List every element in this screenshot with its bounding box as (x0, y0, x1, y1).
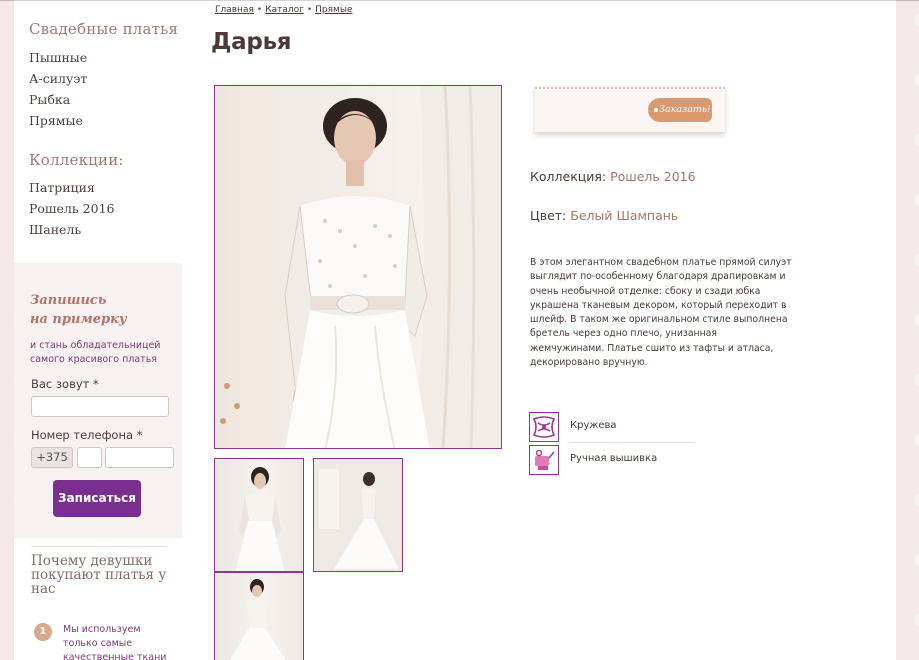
signup-title-line1: Запишись (30, 293, 107, 308)
dresses-heading: Свадебные платья (29, 20, 179, 38)
thumbnail-2[interactable] (313, 458, 403, 572)
sidebar-link-pyshnye[interactable]: Пышные (29, 50, 87, 65)
sidebar-link-roshel-2016[interactable]: Рошель 2016 (29, 201, 115, 216)
color-value: Белый Шампань (570, 208, 679, 223)
embroidery-icon (529, 445, 559, 475)
phone-label: Номер телефона * (31, 428, 143, 442)
signup-form: Запишись на примерку и стань обладательн… (14, 263, 182, 538)
dress-photo-illustration (215, 86, 501, 448)
sidebar: Свадебные платья Пышные А-силуэт Рыбка П… (14, 1, 182, 660)
name-input[interactable] (31, 396, 169, 417)
sidebar-link-shanel[interactable]: Шанель (29, 222, 81, 237)
lace-icon-graphic (532, 416, 556, 438)
order-button[interactable]: Заказать! (648, 98, 712, 122)
collections-heading: Коллекции: (29, 151, 124, 169)
signup-title-line2: на примерку (30, 312, 127, 327)
thumbnail-1-illustration (235, 467, 285, 571)
embroidery-icon-graphic (535, 449, 555, 470)
page-title: Дарья (211, 29, 292, 55)
reason-number-badge: 1 (34, 623, 52, 641)
tag-hole-icon (654, 108, 658, 112)
color-label: Цвет: (530, 208, 567, 223)
order-button-label: Заказать! (659, 104, 711, 115)
thumbnail-2-illustration (314, 459, 402, 571)
breadcrumb-pryamye[interactable]: Прямые (315, 5, 352, 15)
page-content: Свадебные платья Пышные А-силуэт Рыбка П… (14, 0, 896, 660)
sidebar-link-rybka[interactable]: Рыбка (29, 92, 70, 107)
feature-label-embroidery: Ручная вышивка (570, 453, 658, 464)
lace-icon (529, 412, 559, 442)
thumbnail-3[interactable] (214, 572, 304, 660)
thumbnail-1[interactable] (214, 458, 304, 572)
phone-number-input[interactable] (105, 447, 174, 468)
collection-link[interactable]: Рошель 2016 (610, 169, 695, 184)
collection-info: Коллекция: Рошель 2016 (530, 169, 696, 184)
thumbnail-3-illustration (230, 579, 286, 660)
phone-code-input[interactable] (77, 447, 102, 468)
sidebar-link-a-siluet[interactable]: А-силуэт (29, 71, 87, 86)
signup-subtitle: и стань обладательницей самого красивого… (30, 340, 161, 365)
sidebar-link-pryamye[interactable]: Прямые (29, 113, 83, 128)
name-label: Вас зовут * (31, 377, 99, 391)
signup-title: Запишись на примерку (30, 291, 170, 329)
divider (31, 546, 166, 547)
breadcrumb: Главная • Каталог • Прямые (215, 5, 353, 15)
reason-text: Мы используем только самые качественные … (63, 624, 167, 660)
signup-submit-button[interactable]: Записаться (53, 480, 141, 517)
sidebar-link-patriciya[interactable]: Патриция (29, 180, 95, 195)
feature-label-lace: Кружева (570, 420, 617, 431)
breadcrumb-home[interactable]: Главная (215, 5, 254, 15)
phone-prefix: +375 (31, 447, 73, 468)
product-description: В этом элегантном свадебном платье прямо… (530, 257, 792, 369)
breadcrumb-catalog[interactable]: Каталог (265, 5, 304, 15)
stitch-border (535, 87, 725, 89)
why-us-heading: Почему девушки покупают платья у нас (31, 553, 167, 597)
feature-divider (570, 442, 694, 443)
color-info: Цвет: Белый Шампань (530, 208, 678, 223)
order-card: Заказать! (535, 85, 725, 132)
collection-label: Коллекция: (530, 169, 607, 184)
main-product-photo[interactable] (214, 85, 502, 449)
